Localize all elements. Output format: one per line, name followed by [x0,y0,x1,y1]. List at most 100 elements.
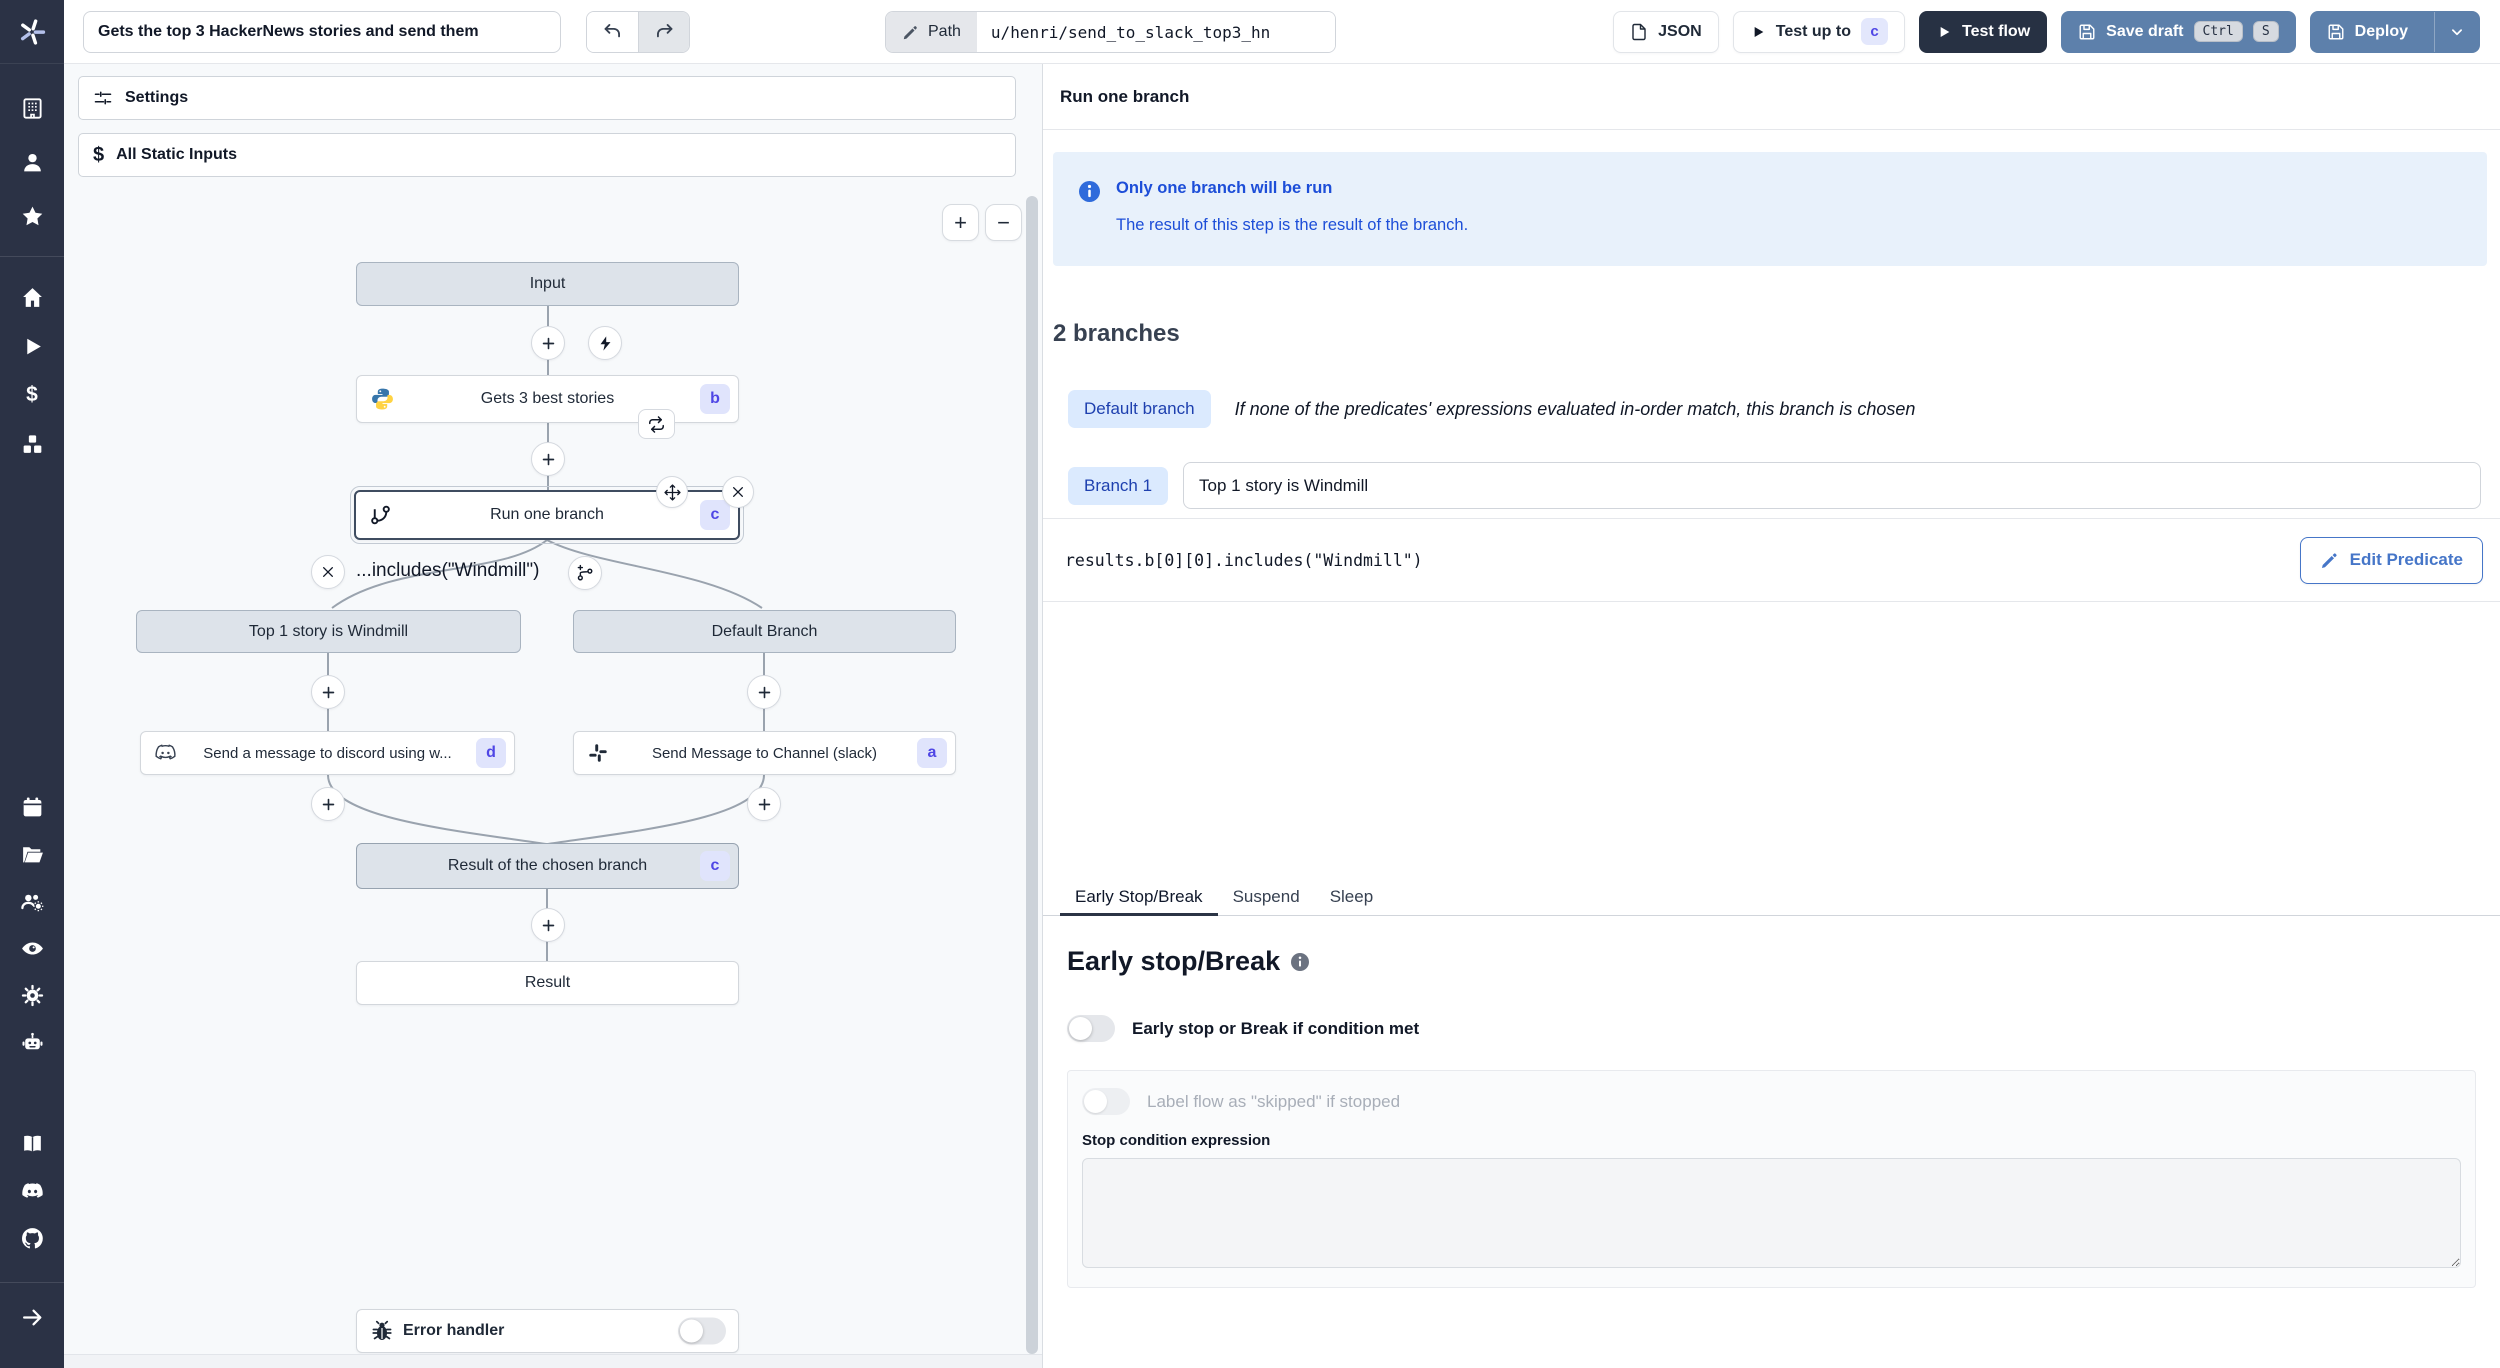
flow-node-input-label: Input [529,275,566,292]
play-icon-white [1940,26,1950,37]
windmill-logo-icon [20,18,46,45]
flow-node-branch-default[interactable]: Default Branch [573,610,956,653]
all-static-inputs-bar[interactable]: $ All Static Inputs [78,133,1016,177]
early-stop-section: Early stop/Break Early stop or Break if … [1043,946,2500,1288]
add-branch-button[interactable] [568,556,602,590]
deploy-button[interactable]: Deploy [2309,10,2480,53]
variables-dollar-icon[interactable]: $ [14,377,50,413]
workers-robot-icon[interactable] [14,1024,50,1060]
flow-node-error-handler[interactable]: Error handler [356,1309,739,1353]
test-up-to-button[interactable]: Test up to c [1732,10,1905,53]
deploy-dropdown[interactable] [2434,11,2479,52]
default-branch-badge[interactable]: Default branch [1068,390,1211,428]
move-icon [663,483,681,501]
add-step-button-3[interactable] [311,675,345,709]
docs-book-icon[interactable] [14,1126,50,1162]
stop-condition-textarea[interactable] [1082,1158,2461,1268]
result-branch-label: Result of the chosen branch [447,857,648,874]
plus-icon [758,686,770,698]
path-chip[interactable]: Path [886,12,977,52]
flow-node-discord[interactable]: Send a message to discord using w... d [140,731,515,775]
move-step-button[interactable] [656,476,688,508]
trigger-bolt-button[interactable] [588,326,622,360]
slack-icon [587,742,609,764]
windmill-logo[interactable] [0,0,64,64]
step-detail-panel: Run one branch Only one branch will be r… [1043,64,2500,1368]
flow-title-input[interactable] [83,10,561,53]
add-step-button-1[interactable] [531,326,565,360]
early-stop-toggle[interactable] [1067,1015,1115,1042]
info-title: Only one branch will be run [1116,179,1333,197]
error-handler-toggle[interactable] [678,1317,726,1345]
dollar-icon: $ [93,143,105,166]
flow-graph-panel: Settings $ All Static Inputs + − Input G… [64,64,1043,1368]
flow-node-gets-stories-label: Gets 3 best stories [480,390,615,407]
groups-icon[interactable] [14,883,50,919]
flow-node-result[interactable]: Result [356,961,739,1005]
branch1-badge[interactable]: Branch 1 [1068,466,1169,505]
schedules-calendar-icon[interactable] [14,789,50,825]
save-draft-button[interactable]: Save draft Ctrl S [2061,10,2296,53]
skip-toggle-label: Label flow as "skipped" if stopped [1147,1091,1401,1111]
info-body: The result of this step is the result of… [1116,216,1469,234]
delete-step-button[interactable] [722,476,754,508]
tab-suspend[interactable]: Suspend [1218,878,1315,915]
undo-button[interactable] [587,11,638,52]
folders-icon[interactable] [14,836,50,872]
predicate-preview-label[interactable]: ...includes("Windmill") [356,560,539,582]
expand-sidebar-arrow-icon[interactable] [14,1299,50,1335]
kbd-s: S [2252,21,2279,42]
github-icon[interactable] [14,1220,50,1256]
json-button[interactable]: JSON [1613,10,1719,53]
settings-gear-icon[interactable] [14,977,50,1013]
info-icon-gray [1291,952,1310,971]
workspace-icon[interactable] [14,90,50,126]
runs-play-icon[interactable] [14,328,50,364]
early-stop-toggle-label: Early stop or Break if condition met [1132,1018,1420,1038]
plus-icon [758,798,770,810]
flow-node-input[interactable]: Input [356,262,739,306]
flow-scrollbar[interactable] [1026,196,1038,1354]
test-flow-label: Test flow [1961,22,2031,40]
deploy-label: Deploy [2354,22,2408,40]
discord-icon[interactable] [14,1173,50,1209]
tab-early-stop-break[interactable]: Early Stop/Break [1060,878,1218,916]
flow-settings-bar[interactable]: Settings [78,76,1016,120]
remove-branch-button[interactable] [311,555,345,589]
plus-icon [542,337,554,349]
edit-predicate-button[interactable]: Edit Predicate [2299,536,2483,584]
flow-node-result-branch[interactable]: Result of the chosen branch c [356,843,739,889]
info-icon [1079,181,1100,202]
undo-redo-group [586,10,690,53]
path-input[interactable] [976,12,1335,52]
add-step-button-2[interactable] [531,442,565,476]
user-icon[interactable] [14,144,50,180]
test-flow-button[interactable]: Test flow [1918,10,2048,53]
branch1-summary-input[interactable] [1183,462,2481,509]
plus-icon [322,686,334,698]
rail-divider [0,256,64,257]
restart-step-button[interactable] [638,409,675,439]
zoom-out-button[interactable]: − [985,204,1022,241]
info-box: Only one branch will be run The result o… [1053,152,2487,266]
flow-node-gets-stories[interactable]: Gets 3 best stories b [356,375,739,423]
stop-condition-box: Label flow as "skipped" if stopped Stop … [1067,1070,2476,1288]
flow-node-branch-top1[interactable]: Top 1 story is Windmill [136,610,521,653]
early-stop-toggle-row: Early stop or Break if condition met [1067,1015,2476,1042]
zoom-in-button[interactable]: + [942,204,979,241]
resources-cubes-icon[interactable] [14,426,50,462]
tab-sleep[interactable]: Sleep [1315,878,1388,915]
flow-node-slack[interactable]: Send Message to Channel (slack) a [573,731,956,775]
skip-label-toggle[interactable] [1082,1088,1130,1115]
add-step-button-5[interactable] [311,787,345,821]
add-step-button-7[interactable] [531,908,565,942]
redo-button[interactable] [638,11,689,52]
favorites-star-icon[interactable] [14,198,50,234]
edit-predicate-label: Edit Predicate [2349,550,2463,569]
kbd-ctrl: Ctrl [2193,21,2243,42]
branch-top1-label: Top 1 story is Windmill [248,622,409,640]
home-icon[interactable] [14,279,50,315]
add-step-button-6[interactable] [747,787,781,821]
audit-logs-eye-icon[interactable] [14,930,50,966]
add-step-button-4[interactable] [747,675,781,709]
